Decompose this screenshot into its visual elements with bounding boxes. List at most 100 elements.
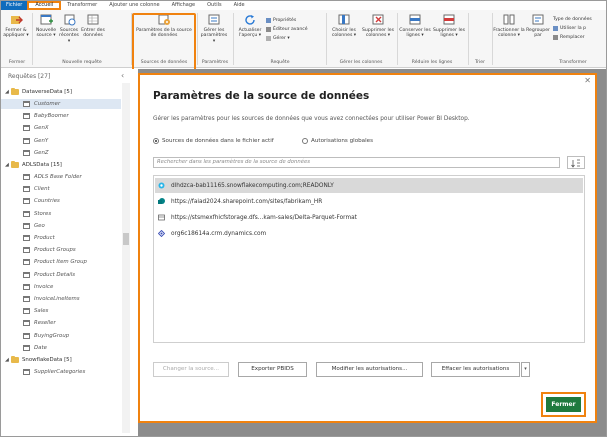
- query-item[interactable]: BuyingGroup: [1, 331, 121, 341]
- new-source-button[interactable]: Nouvelle source ▾: [34, 14, 58, 39]
- query-item[interactable]: Client: [1, 184, 121, 194]
- data-type-dropdown[interactable]: Type de données: [553, 17, 592, 22]
- tab-aide[interactable]: Aide: [228, 1, 251, 10]
- radio-current-file-icon[interactable]: [153, 138, 159, 144]
- query-item[interactable]: Product Details: [1, 270, 121, 280]
- tab-affichage[interactable]: Affichage: [166, 1, 202, 10]
- query-item[interactable]: Stores: [1, 209, 121, 219]
- source-url: https://faiad2024.sharepoint.com/sites/f…: [171, 198, 323, 205]
- radio-global-permissions-icon[interactable]: [302, 138, 308, 144]
- query-item[interactable]: Reseller: [1, 318, 121, 328]
- group-separator: [32, 13, 33, 65]
- tab-transformer[interactable]: Transformer: [61, 1, 103, 10]
- query-item[interactable]: GenX: [1, 123, 121, 133]
- keep-rows-button[interactable]: Conserver les lignes ▾: [399, 14, 431, 39]
- query-item[interactable]: InvoiceLineItems: [1, 294, 121, 304]
- queries-scrollbar-thumb[interactable]: [123, 233, 129, 245]
- refresh-preview-button[interactable]: Actualiser l'aperçu ▾: [236, 14, 264, 39]
- clear-permissions-button[interactable]: Effacer les autorisations: [431, 362, 520, 377]
- queries-pane-title: Requêtes [27]: [8, 73, 51, 80]
- radio-current-file[interactable]: Sources de données dans le fichier actif: [153, 138, 274, 144]
- close-button-highlight: Fermer: [541, 392, 586, 417]
- query-item[interactable]: SupplierCategories: [1, 367, 121, 377]
- tab-accueil[interactable]: Accueil: [27, 1, 62, 10]
- export-pbids-button[interactable]: Exporter PBIDS: [238, 362, 307, 377]
- remove-columns-button[interactable]: Supprimer les colonnes ▾: [361, 14, 395, 39]
- tab-outils[interactable]: Outils: [201, 1, 227, 10]
- choose-columns-label: Choisir les colonnes ▾: [331, 28, 357, 39]
- tab-ajouter-colonne[interactable]: Ajouter une colonne: [103, 1, 165, 10]
- dialog-description: Gérer les paramètres pour les sources de…: [153, 116, 470, 122]
- replace-values-button[interactable]: Remplacer: [553, 35, 585, 40]
- split-column-icon: [503, 14, 514, 25]
- manage-parameters-button[interactable]: Gérer les paramètres ▾: [200, 14, 228, 44]
- source-row-snowflake[interactable]: dlhdzca-bab11165.snowflakecomputing.com;…: [155, 178, 583, 193]
- enter-data-button[interactable]: Entrer des données: [81, 14, 105, 39]
- search-input[interactable]: Rechercher dans les paramètres de la sou…: [153, 157, 560, 168]
- query-item-label: GenY: [34, 137, 49, 144]
- query-item[interactable]: GenZ: [1, 148, 121, 158]
- query-group[interactable]: ◢ DataverseData [5]: [5, 87, 72, 97]
- query-item-label: SupplierCategories: [34, 369, 86, 375]
- group-label-reduire-lignes: Réduire les lignes: [411, 60, 453, 65]
- use-first-row-button[interactable]: Utiliser la p: [553, 26, 586, 31]
- group-label-trier: Trier: [474, 60, 485, 65]
- table-icon: [23, 137, 30, 144]
- query-item-label: Customer: [34, 101, 61, 107]
- enter-data-icon: [87, 14, 98, 25]
- query-group-label: SnowflakeData [5]: [22, 357, 72, 363]
- query-group[interactable]: ◢ ADLSData [15]: [5, 160, 62, 170]
- table-plus-icon: [40, 14, 53, 25]
- query-item[interactable]: GenY: [1, 136, 121, 146]
- query-item[interactable]: Date: [1, 343, 121, 353]
- collapse-pane-icon[interactable]: ‹: [121, 71, 124, 80]
- refresh-icon: [244, 15, 255, 25]
- parameters-icon: [208, 14, 219, 25]
- query-item[interactable]: Invoice: [1, 282, 121, 292]
- query-item[interactable]: Countries: [1, 196, 121, 206]
- query-group[interactable]: ◢ SnowflakeData [5]: [5, 355, 72, 365]
- clear-permissions-dropdown[interactable]: ▾: [521, 362, 530, 377]
- keep-rows-icon: [409, 14, 420, 25]
- recent-sources-button[interactable]: Sources récentes ▾: [58, 14, 80, 44]
- source-row-adls[interactable]: https://stsmexfhicfstorage.dfs...kam-sal…: [155, 210, 583, 225]
- source-row-dataverse[interactable]: org6c18614a.crm.dynamics.com: [155, 226, 583, 241]
- query-item[interactable]: ADLS Base Folder: [1, 172, 121, 182]
- group-by-button[interactable]: Regrouper par: [525, 14, 551, 39]
- radio-global-permissions[interactable]: Autorisations globales: [302, 138, 373, 144]
- close-apply-button[interactable]: Fermer & appliquer ▾: [3, 14, 29, 39]
- queries-scrollbar[interactable]: [122, 83, 130, 433]
- query-item[interactable]: Product: [1, 233, 121, 243]
- remove-rows-label: Supprimer les lignes ▾: [433, 28, 465, 39]
- advanced-editor-icon: [266, 27, 271, 32]
- close-icon[interactable]: ✕: [584, 76, 591, 85]
- table-icon: [23, 198, 30, 205]
- enter-data-label: Entrer des données: [81, 28, 105, 39]
- query-item[interactable]: Customer: [1, 99, 121, 109]
- edit-permissions-button[interactable]: Modifier les autorisations...: [316, 362, 423, 377]
- query-item[interactable]: Sales: [1, 306, 121, 316]
- close-button[interactable]: Fermer: [546, 397, 581, 412]
- source-row-sharepoint[interactable]: https://faiad2024.sharepoint.com/sites/f…: [155, 194, 583, 209]
- properties-button[interactable]: Propriétés: [266, 18, 296, 23]
- group-label-fermer: Fermer: [8, 60, 26, 65]
- split-column-button[interactable]: Fractionner la colonne ▾: [493, 14, 525, 39]
- manage-icon: [266, 36, 271, 41]
- table-icon: [23, 149, 30, 156]
- choose-columns-button[interactable]: Choisir les colonnes ▾: [328, 14, 360, 39]
- table-icon: [23, 259, 30, 266]
- sort-button[interactable]: [567, 156, 585, 169]
- query-item[interactable]: Product Item Group: [1, 257, 121, 267]
- remove-rows-button[interactable]: Supprimer les lignes ▾: [432, 14, 466, 39]
- query-item[interactable]: BabyBoomer: [1, 111, 121, 121]
- change-source-button[interactable]: Changer la source...: [153, 362, 229, 377]
- tab-file[interactable]: Fichier: [1, 1, 28, 10]
- query-item[interactable]: Geo: [1, 221, 121, 231]
- query-item[interactable]: Product Groups: [1, 245, 121, 255]
- table-icon: [23, 125, 30, 132]
- use-first-row-label: Utiliser la p: [560, 26, 587, 31]
- query-item-label: Stores: [34, 210, 52, 217]
- group-by-icon: [532, 14, 543, 25]
- advanced-editor-button[interactable]: Éditeur avancé: [266, 27, 308, 32]
- manage-button[interactable]: Gérer ▾: [266, 36, 290, 41]
